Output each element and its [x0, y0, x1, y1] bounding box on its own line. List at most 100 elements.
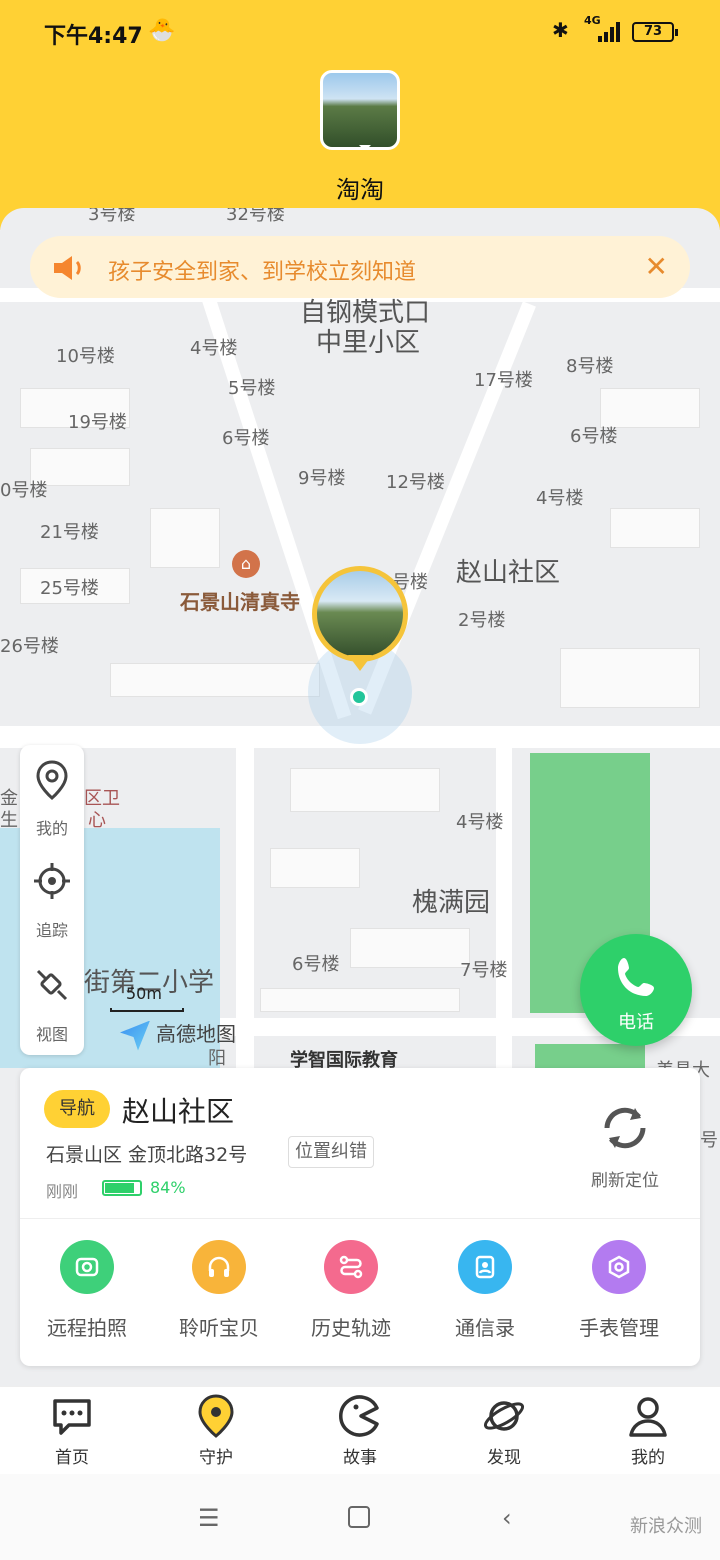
map-tools: 我的 追踪 视图 — [20, 745, 84, 1055]
location-address: 石景山区 金顶北路32号 — [46, 1144, 248, 1166]
map-label: 槐满园 — [412, 888, 491, 918]
menu-icon[interactable]: ☰ — [198, 1504, 220, 1532]
building — [290, 768, 440, 812]
map-poi-mosque[interactable]: 石景山清真寺 — [180, 586, 300, 615]
route-icon — [324, 1240, 378, 1294]
map-label: 19号楼 — [68, 412, 127, 433]
back-icon[interactable]: ‹ — [502, 1504, 512, 1532]
feature-label: 远程拍照 — [47, 1316, 127, 1340]
call-label: 电话 — [618, 1012, 654, 1033]
header: 下午4:47 🐣 ✱ 4G 73 淘淘 — [0, 0, 720, 230]
location-dot — [350, 688, 368, 706]
divider — [20, 1218, 700, 1219]
provider-name: 高德地图 — [156, 1022, 236, 1046]
scale-label: 50m — [126, 984, 162, 1003]
feature-label: 通信录 — [455, 1316, 515, 1340]
view-button[interactable]: 视图 — [20, 951, 84, 1051]
watch-battery-icon — [102, 1180, 142, 1196]
tab-discover[interactable]: 发现 — [432, 1393, 576, 1468]
close-icon[interactable]: ✕ — [645, 250, 668, 283]
map-scale: 50m — [110, 984, 184, 1014]
tab-label: 首页 — [55, 1448, 89, 1468]
satellite-view-icon — [36, 969, 68, 1001]
child-avatar[interactable] — [320, 70, 400, 150]
status-bar: 下午4:47 🐣 ✱ 4G 73 — [0, 0, 720, 64]
call-button[interactable]: 电话 — [580, 934, 692, 1046]
tab-home[interactable]: 首页 — [0, 1393, 144, 1468]
contacts-button[interactable]: 通信录 — [418, 1236, 552, 1341]
chat-icon — [53, 1399, 91, 1435]
map-label: 6号楼 — [570, 426, 618, 447]
story-icon — [339, 1395, 379, 1437]
remote-photo-button[interactable]: 远程拍照 — [20, 1236, 154, 1341]
child-name: 淘淘 — [336, 176, 384, 204]
system-navigation: ☰ ‹ 新浪众测 — [0, 1474, 720, 1560]
map-label: 4号楼 — [456, 812, 504, 833]
listen-button[interactable]: 聆听宝贝 — [152, 1236, 286, 1341]
map-label: 心 — [88, 810, 106, 831]
map-label: 7号楼 — [460, 960, 508, 981]
status-emoji: 🐣 — [148, 18, 176, 43]
watermark: 新浪众测 — [630, 1516, 702, 1537]
mosque-icon: ⌂ — [232, 550, 260, 578]
map-label: 6号楼 — [292, 954, 340, 975]
map-label: 生 — [0, 810, 18, 831]
headphones-icon — [192, 1240, 246, 1294]
signal-icon — [598, 20, 622, 42]
building — [260, 988, 460, 1012]
tab-label: 守护 — [199, 1448, 233, 1468]
tab-story[interactable]: 故事 — [288, 1393, 432, 1468]
navigate-button[interactable]: 导航 — [44, 1090, 110, 1128]
building — [350, 928, 470, 968]
tab-guard[interactable]: 守护 — [144, 1393, 288, 1468]
map-label: 6号楼 — [222, 428, 270, 449]
tab-label: 我的 — [631, 1448, 665, 1468]
map-label: 2号楼 — [458, 610, 506, 631]
my-location-button[interactable]: 我的 — [20, 745, 84, 845]
refresh-label: 刷新定位 — [591, 1171, 659, 1191]
map-label: 9号楼 — [298, 468, 346, 489]
speaker-icon — [54, 256, 81, 280]
map-label: 17号楼 — [474, 370, 533, 391]
guard-pin-icon — [198, 1394, 234, 1438]
map-label: 26号楼 — [0, 636, 59, 657]
planet-icon — [483, 1401, 525, 1431]
feature-label: 历史轨迹 — [311, 1316, 391, 1340]
profile-icon — [629, 1397, 667, 1437]
contacts-icon — [458, 1240, 512, 1294]
map-label: 赵山社区 — [456, 558, 561, 588]
map-label: 4号楼 — [190, 338, 238, 359]
building — [560, 648, 700, 708]
track-button[interactable]: 追踪 — [20, 847, 84, 947]
banner-text: 孩子安全到家、到学校立刻知道 — [108, 260, 417, 285]
watch-management-button[interactable]: 手表管理 — [552, 1236, 686, 1341]
refresh-location-button[interactable]: 刷新定位 — [580, 1102, 670, 1191]
home-icon[interactable] — [348, 1506, 370, 1528]
tab-mine[interactable]: 我的 — [576, 1393, 720, 1468]
child-location-marker[interactable] — [312, 566, 408, 662]
location-correction-button[interactable]: 位置纠错 — [288, 1136, 374, 1168]
map-label: 21号楼 — [40, 522, 99, 543]
building — [610, 508, 700, 548]
update-time: 刚刚 — [46, 1182, 79, 1201]
map-label: 中里小区 — [316, 328, 421, 358]
history-track-button[interactable]: 历史轨迹 — [284, 1236, 418, 1341]
building — [150, 508, 220, 568]
crosshair-icon — [34, 863, 70, 899]
safety-banner[interactable]: 孩子安全到家、到学校立刻知道 ✕ — [30, 236, 690, 298]
map-label: 8号楼 — [566, 356, 614, 377]
battery-icon: 73 — [632, 22, 678, 42]
map-label: 32号楼 — [226, 208, 285, 225]
amap-logo-icon — [120, 1020, 150, 1051]
map-label: 3号楼 — [88, 208, 136, 225]
phone-icon — [618, 958, 654, 996]
building — [110, 663, 320, 697]
marker-pointer — [348, 655, 372, 683]
feature-label: 聆听宝贝 — [179, 1316, 259, 1340]
refresh-icon — [604, 1107, 646, 1149]
tool-label: 视图 — [35, 1025, 68, 1044]
map-label: 10号楼 — [56, 346, 115, 367]
map-label: 5号楼 — [228, 378, 276, 399]
map-label: 25号楼 — [40, 578, 99, 599]
tab-label: 故事 — [343, 1448, 377, 1468]
